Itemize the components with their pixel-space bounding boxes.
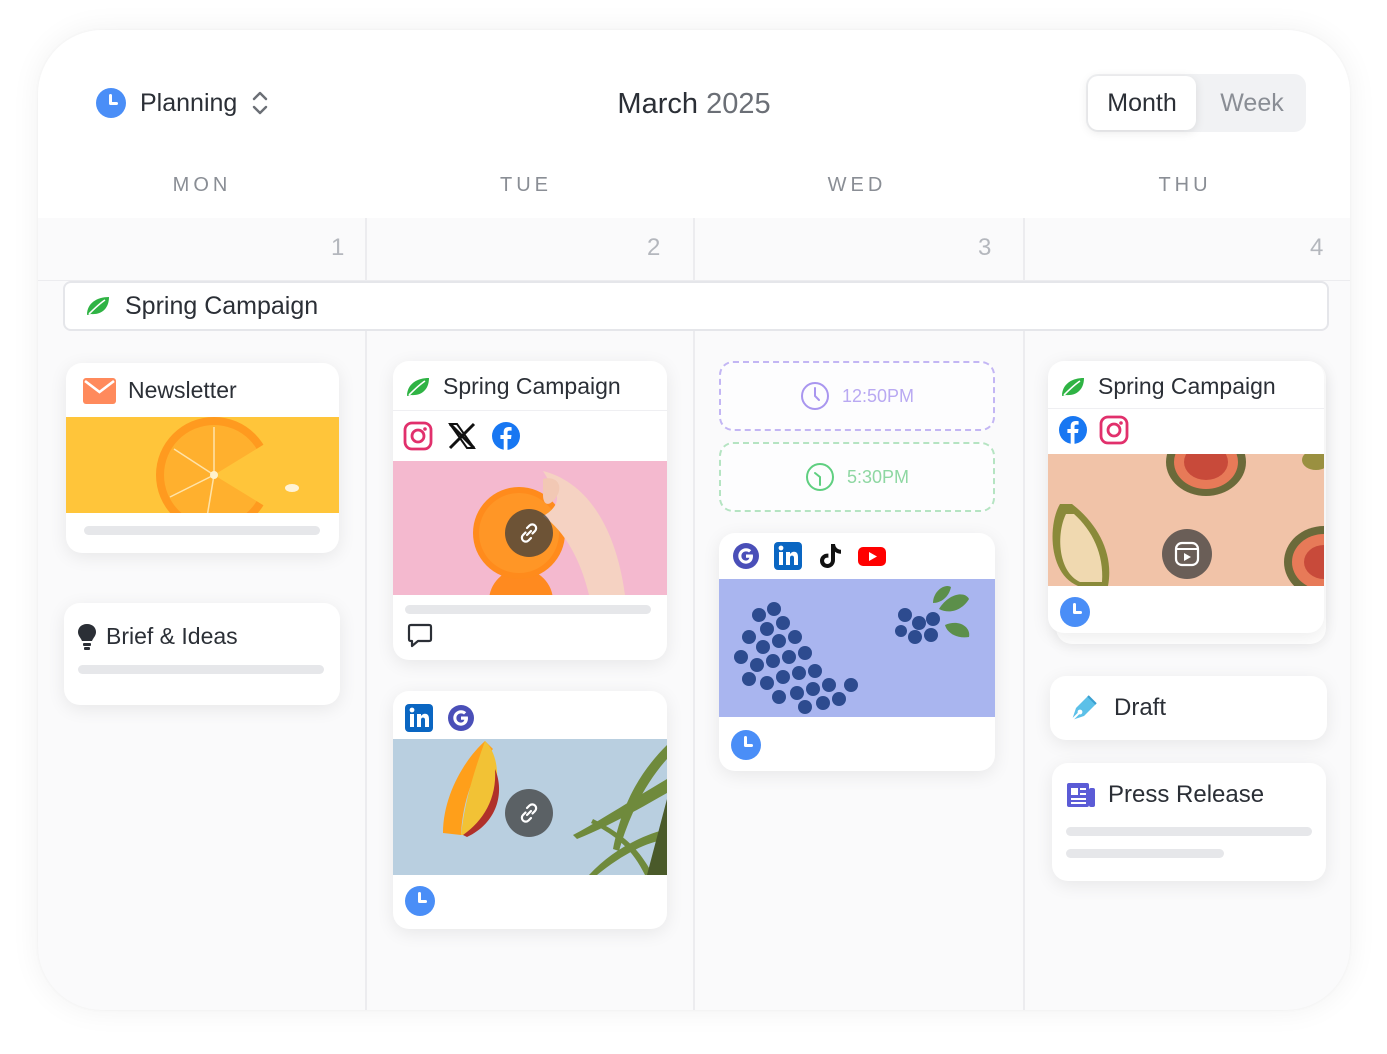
link-button[interactable] [505,509,553,557]
weekday-wed: WED [827,174,887,196]
reel-icon [1174,541,1200,567]
reel-button[interactable] [1162,529,1212,579]
date-number[interactable]: 3 [978,234,991,262]
tiktok-icon[interactable] [815,541,845,571]
campaign-banner[interactable]: Spring Campaign [63,281,1329,331]
time-slot-label: 12:50PM [841,385,915,406]
date-number[interactable]: 1 [331,234,344,262]
leaf-icon [87,297,109,315]
newsletter-image [66,417,339,513]
newsletter-card[interactable]: Newsletter [66,363,339,553]
placeholder-line [1066,849,1224,858]
campaign-post-title: Spring Campaign [443,373,621,399]
calendar-header: Planning March 2025 Month Week MON TUE W… [38,30,1350,218]
leaf-icon [1062,377,1084,396]
placeholder-line [405,605,651,614]
campaign-post-card[interactable]: Spring Campaign [1048,361,1324,633]
facebook-icon[interactable] [491,421,521,451]
leaf-icon [407,377,429,396]
draft-card[interactable]: Draft [1050,676,1327,740]
campaign-banner-label: Spring Campaign [125,291,319,320]
time-slot[interactable]: 5:30PM [719,442,995,512]
weekday-mon: MON [172,174,232,196]
clock-icon[interactable] [405,886,435,916]
weekday-tue: TUE [500,174,552,196]
clock-outline-icon [805,463,834,491]
title-year: 2025 [706,88,771,120]
campaign-post-title: Spring Campaign [1098,373,1276,399]
brief-card[interactable]: Brief & Ideas [64,603,340,705]
divider [1048,408,1324,409]
social-post-image [719,579,995,717]
date-number[interactable]: 4 [1310,234,1323,262]
clock-icon[interactable] [1060,597,1090,627]
linkedin-icon[interactable] [773,541,803,571]
placeholder-line [84,526,320,535]
google-icon[interactable] [446,703,476,733]
comment-icon[interactable] [407,623,433,649]
time-slot[interactable]: 12:50PM [719,361,995,431]
view-toggle: Month Week [1086,74,1306,132]
calendar-window: Planning March 2025 Month Week MON TUE W… [38,30,1350,1010]
press-release-card[interactable]: Press Release [1052,763,1326,881]
instagram-icon[interactable] [1099,415,1129,445]
instagram-icon[interactable] [403,421,433,451]
clock-icon[interactable] [731,730,761,760]
campaign-post-card[interactable]: Spring Campaign [393,361,667,660]
column-divider [693,218,695,1010]
youtube-icon[interactable] [857,541,887,571]
column-divider [365,218,367,1010]
social-post-card[interactable] [393,691,667,929]
newsletter-title: Newsletter [128,377,237,403]
month-view-button[interactable]: Month [1088,76,1196,130]
placeholder-line [78,665,324,674]
week-view-button[interactable]: Week [1200,76,1304,130]
social-post-card[interactable] [719,533,995,771]
newspaper-icon [1067,783,1095,807]
lightbulb-icon [78,623,96,650]
clock-outline-icon [800,382,829,410]
google-icon[interactable] [731,541,761,571]
pen-icon [1071,695,1097,721]
link-icon [520,803,538,823]
title-month: March [617,88,698,120]
linkedin-icon[interactable] [404,703,434,733]
column-divider [1023,218,1025,1010]
press-release-title: Press Release [1108,781,1265,808]
x-icon[interactable] [447,421,477,451]
mail-icon [83,377,116,404]
date-number[interactable]: 2 [647,234,660,262]
brief-title: Brief & Ideas [106,623,238,649]
time-slot-label: 5:30PM [846,466,910,487]
link-button[interactable] [505,789,553,837]
facebook-icon[interactable] [1058,415,1088,445]
link-icon [520,523,538,543]
draft-title: Draft [1114,694,1167,721]
weekday-thu: THU [1158,174,1212,196]
placeholder-line [1066,827,1312,836]
divider [393,410,667,411]
